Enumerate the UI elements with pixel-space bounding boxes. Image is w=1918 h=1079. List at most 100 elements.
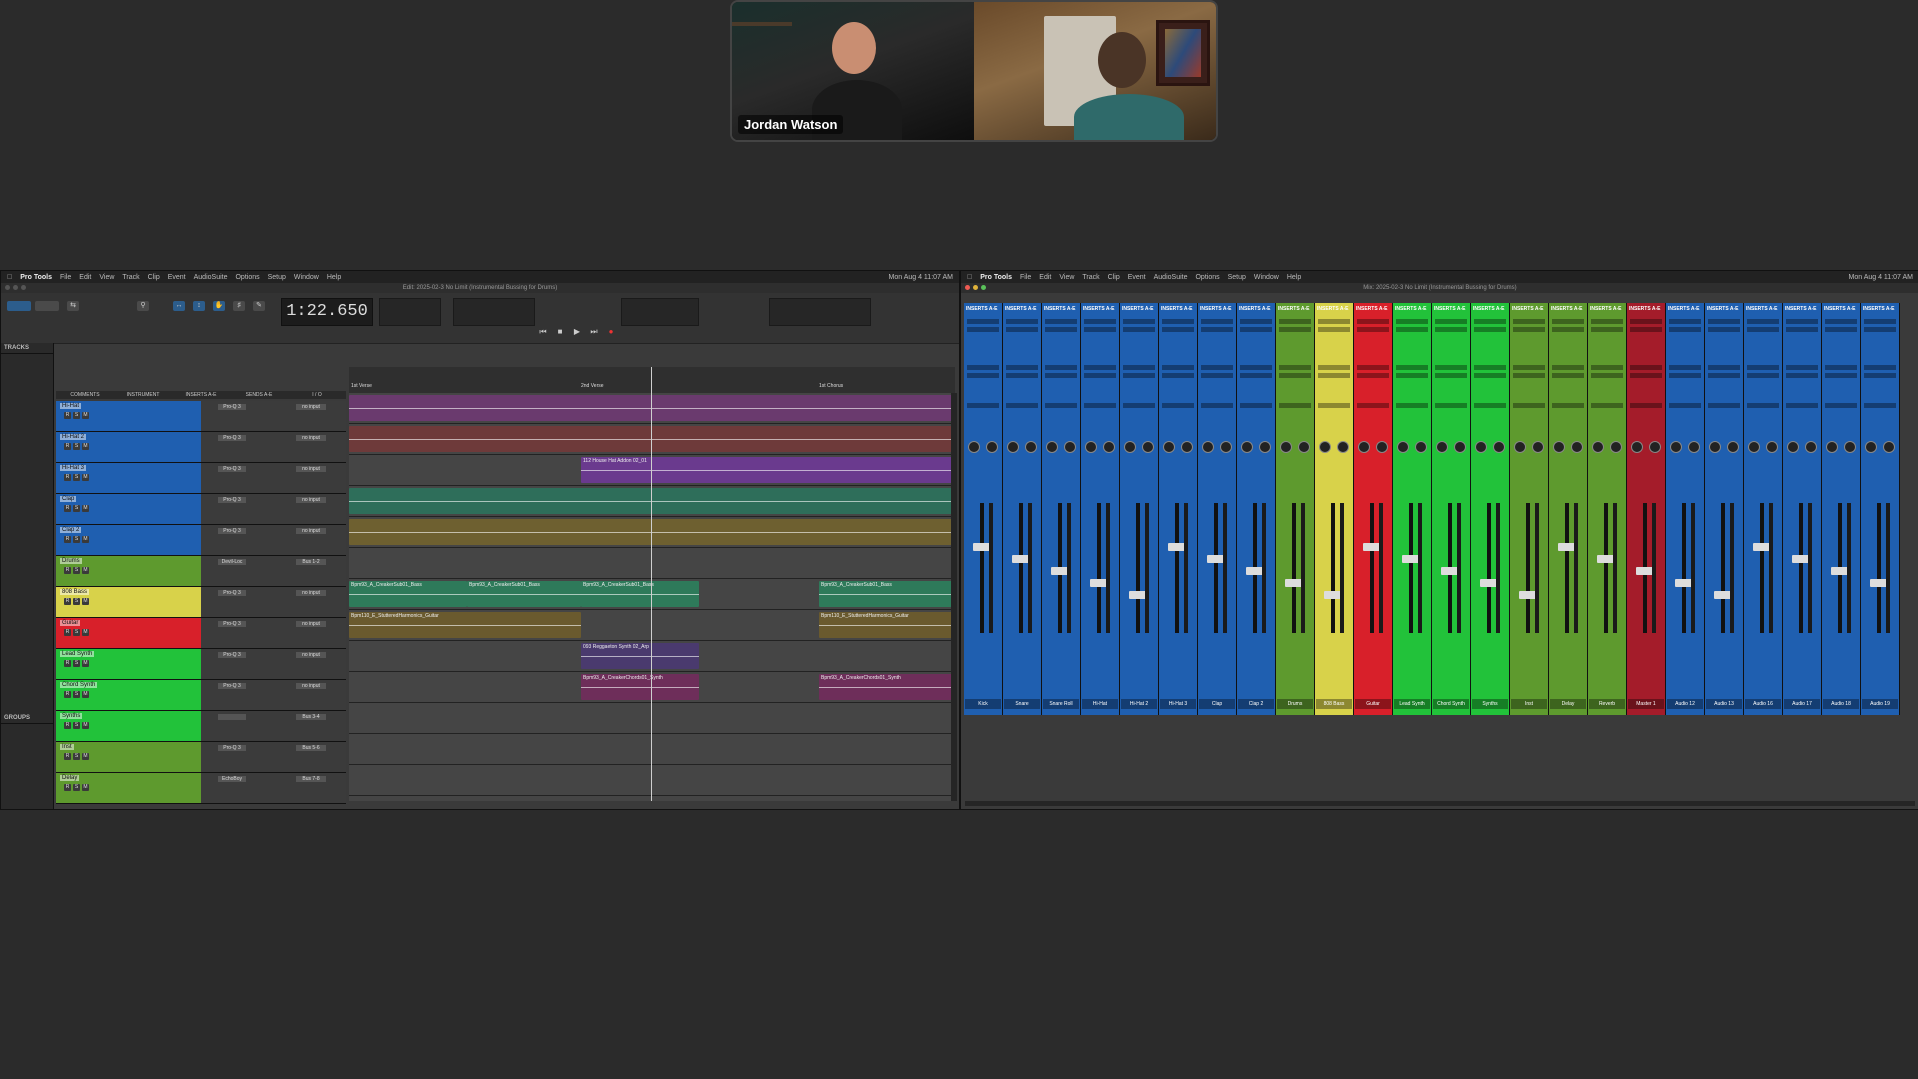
mute-button[interactable]: M <box>82 567 89 574</box>
record-enable-button[interactable]: R <box>64 474 71 481</box>
mixer-channel-strip[interactable]: INSERTS A-E Kick <box>964 303 1003 715</box>
pan-knob[interactable] <box>1514 441 1526 453</box>
output-selector[interactable] <box>1396 373 1428 378</box>
track-lane[interactable] <box>349 765 955 796</box>
group-selector[interactable] <box>967 403 999 408</box>
track-header-row[interactable]: Hi-Hat R S M Pro-Q 3 no input <box>56 401 346 432</box>
io-slot[interactable]: no input <box>296 621 326 627</box>
playhead-cursor[interactable] <box>651 367 652 801</box>
mixer-channel-strip[interactable]: INSERTS A-E Audio 16 <box>1744 303 1783 715</box>
insert-slot-a[interactable] <box>1084 319 1116 324</box>
solo-button[interactable]: S <box>73 474 80 481</box>
mute-button[interactable]: M <box>82 598 89 605</box>
apple-icon[interactable]:  <box>967 274 972 281</box>
menu-view[interactable]: View <box>99 274 114 281</box>
group-selector[interactable] <box>1045 403 1077 408</box>
insert-slot-b[interactable] <box>1084 327 1116 332</box>
group-selector[interactable] <box>1513 403 1545 408</box>
channel-name[interactable]: Clap 2 <box>1238 699 1274 709</box>
insert-slot-a[interactable] <box>1318 319 1350 324</box>
track-header-row[interactable]: Inst R S M Pro-Q 3 Bus 5-6 <box>56 742 346 773</box>
solo-button[interactable]: S <box>73 753 80 760</box>
track-name[interactable]: Inst <box>60 744 74 750</box>
pan-knob-right[interactable] <box>1298 441 1310 453</box>
input-selector[interactable] <box>1045 365 1077 370</box>
insert-slot-b[interactable] <box>1279 327 1311 332</box>
record-enable-button[interactable]: R <box>64 629 71 636</box>
minimize-window-icon[interactable] <box>973 285 978 290</box>
menu-window[interactable]: Window <box>1254 274 1279 281</box>
menu-window[interactable]: Window <box>294 274 319 281</box>
audio-clip[interactable]: 112 House Hat Addon 02_01 <box>581 457 955 483</box>
audio-clip[interactable] <box>349 488 955 514</box>
mixer-channel-strip[interactable]: INSERTS A-E Synths <box>1471 303 1510 715</box>
insert-slot[interactable]: Pro-Q 3 <box>218 528 246 534</box>
mixer-channel-strip[interactable]: INSERTS A-E Chord Synth <box>1432 303 1471 715</box>
insert-slot-a[interactable] <box>1708 319 1740 324</box>
menu-track[interactable]: Track <box>1082 274 1099 281</box>
track-lane[interactable] <box>349 393 955 424</box>
track-name[interactable]: Guitar <box>60 620 81 626</box>
track-header-row[interactable]: Clap 2 R S M Pro-Q 3 no input <box>56 525 346 556</box>
mixer-channel-strip[interactable]: INSERTS A-E Hi-Hat 2 <box>1120 303 1159 715</box>
track-name[interactable]: Chord Synth <box>60 682 98 688</box>
pan-knob-right[interactable] <box>986 441 998 453</box>
pan-knob-right[interactable] <box>1610 441 1622 453</box>
track-lane[interactable] <box>349 734 955 765</box>
audio-clip[interactable]: Bpm93_A_CreakerSub01_Bass <box>467 581 581 607</box>
output-selector[interactable] <box>1825 373 1857 378</box>
group-selector[interactable] <box>1630 403 1662 408</box>
participant-video-2[interactable] <box>974 2 1216 140</box>
pan-knob-right[interactable] <box>1805 441 1817 453</box>
pan-knob-right[interactable] <box>1727 441 1739 453</box>
channel-name[interactable]: Lead Synth <box>1394 699 1430 709</box>
input-selector[interactable] <box>1396 365 1428 370</box>
pan-knob[interactable] <box>1163 441 1175 453</box>
insert-slot-a[interactable] <box>1552 319 1584 324</box>
insert-slot[interactable]: Pro-Q 3 <box>218 404 246 410</box>
record-enable-button[interactable]: R <box>64 598 71 605</box>
group-selector[interactable] <box>1474 403 1506 408</box>
insert-slot-a[interactable] <box>1591 319 1623 324</box>
scrubber-tool-icon[interactable]: ♯ <box>233 301 245 311</box>
mute-button[interactable]: M <box>82 660 89 667</box>
solo-button[interactable]: S <box>73 598 80 605</box>
play-icon[interactable]: ▶ <box>571 327 583 337</box>
pan-knob[interactable] <box>1709 441 1721 453</box>
stop-icon[interactable]: ■ <box>554 327 566 337</box>
track-lane[interactable] <box>349 517 955 548</box>
record-enable-button[interactable]: R <box>64 691 71 698</box>
output-selector[interactable] <box>1123 373 1155 378</box>
track-name[interactable]: Hi-Hat <box>60 403 82 409</box>
solo-button[interactable]: S <box>73 784 80 791</box>
audio-clip[interactable]: 093 Reggaeton Synth 02_Arp <box>581 643 699 669</box>
group-selector[interactable] <box>1435 403 1467 408</box>
zoom-window-icon[interactable] <box>21 285 26 290</box>
insert-slot[interactable]: Pro-Q 3 <box>218 652 246 658</box>
solo-button[interactable]: S <box>73 536 80 543</box>
menu-edit[interactable]: Edit <box>79 274 91 281</box>
record-enable-button[interactable]: R <box>64 505 71 512</box>
pan-knob[interactable] <box>1553 441 1565 453</box>
track-lane[interactable]: Bpm93_A_CreakerChords01_Synth Bpm93_A_Cre… <box>349 672 955 703</box>
insert-slot[interactable]: Pro-Q 3 <box>218 621 246 627</box>
io-slot[interactable]: no input <box>296 590 326 596</box>
input-selector[interactable] <box>1084 365 1116 370</box>
io-slot[interactable]: no input <box>296 466 326 472</box>
input-selector[interactable] <box>1357 365 1389 370</box>
input-selector[interactable] <box>1513 365 1545 370</box>
input-selector[interactable] <box>1552 365 1584 370</box>
group-selector[interactable] <box>1669 403 1701 408</box>
group-selector[interactable] <box>1786 403 1818 408</box>
marker-1st-chorus[interactable]: 1st Chorus <box>819 383 843 389</box>
track-header-row[interactable]: Hi-Hat 2 R S M Pro-Q 3 no input <box>56 432 346 463</box>
mixer-channel-strip[interactable]: INSERTS A-E Snare Roll <box>1042 303 1081 715</box>
pan-knob-right[interactable] <box>1766 441 1778 453</box>
solo-button[interactable]: S <box>73 567 80 574</box>
output-selector[interactable] <box>1864 373 1896 378</box>
menu-pro-tools[interactable]: Pro Tools <box>20 274 52 281</box>
input-selector[interactable] <box>1825 365 1857 370</box>
group-selector[interactable] <box>1123 403 1155 408</box>
pan-knob-right[interactable] <box>1181 441 1193 453</box>
insert-slot[interactable]: Pro-Q 3 <box>218 497 246 503</box>
